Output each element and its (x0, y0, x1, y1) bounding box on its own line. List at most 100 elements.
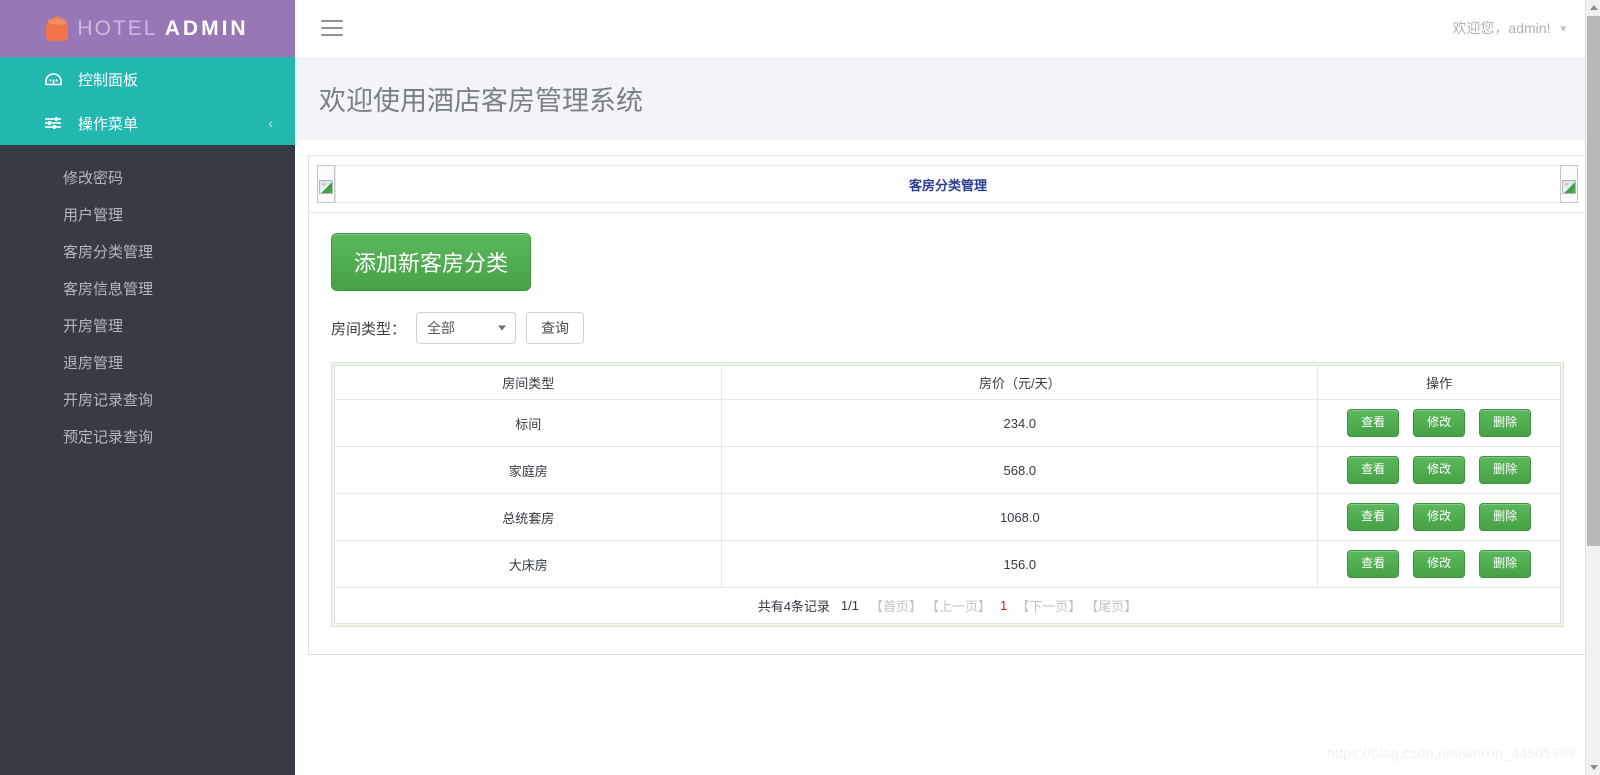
pagination-last[interactable]: 【尾页】 (1085, 596, 1137, 615)
table-head: 房间类型 房价（元/天） 操作 (334, 365, 1561, 400)
table-header-row: 房间类型 房价（元/天） 操作 (334, 365, 1561, 400)
sidebar-item-room-info-management[interactable]: 客房信息管理 (0, 270, 295, 307)
view-button[interactable]: 查看 (1347, 503, 1400, 531)
sidebar-primary-nav: 控制面板 操作菜单 ‹ (0, 57, 295, 145)
brand-title-first: HOTEL (77, 16, 158, 40)
pagination-first[interactable]: 【首页】 (870, 596, 922, 615)
cell-room-type: 家庭房 (334, 446, 723, 494)
pagination-current-page[interactable]: 1 (995, 598, 1012, 613)
vertical-scrollbar[interactable] (1585, 0, 1600, 775)
view-button[interactable]: 查看 (1347, 409, 1400, 437)
sidebar-item-operations[interactable]: 操作菜单 ‹ (0, 101, 295, 145)
table-row: 总统套房 1068.0 查看 修改 删除 (334, 493, 1561, 541)
room-type-select[interactable]: 全部 (416, 312, 517, 344)
table-row: 家庭房 568.0 查看 修改 删除 (334, 446, 1561, 494)
welcome-text: 欢迎您，admin! (1452, 20, 1551, 36)
cell-room-price: 568.0 (721, 446, 1319, 494)
table-header-price: 房价（元/天） (721, 365, 1319, 400)
scroll-up-arrow-icon[interactable] (1586, 0, 1600, 15)
table-header-actions: 操作 (1317, 365, 1561, 400)
cell-room-type: 大床房 (334, 540, 723, 588)
room-type-filter-label: 房间类型： (331, 320, 407, 338)
room-type-select-value: 全部 (427, 320, 456, 336)
broken-image-icon-right (1560, 165, 1578, 203)
scrollbar-thumb[interactable] (1587, 16, 1600, 546)
cell-room-price: 1068.0 (721, 493, 1319, 541)
pagination-prev[interactable]: 【上一页】 (926, 596, 991, 615)
pagination-summary: 共有4条记录 (757, 599, 830, 614)
paint-bucket-icon (46, 15, 69, 41)
pagination-next[interactable]: 【下一页】 (1016, 596, 1081, 615)
panel-body: 添加新客房分类 房间类型： 全部 查询 房间类型 房价（元/天） 操作 标间 2… (309, 213, 1586, 652)
table-row: 标间 234.0 查看 修改 删除 (334, 399, 1561, 447)
user-menu[interactable]: 欢迎您，admin! ▾ (1452, 18, 1588, 38)
filter-row: 房间类型： 全部 查询 (331, 312, 1564, 344)
broken-image-icon-left (317, 165, 335, 203)
sidebar-item-label: 修改密码 (63, 170, 124, 187)
room-category-table: 房间类型 房价（元/天） 操作 标间 234.0 查看 修改 删除 家庭房 56… (334, 365, 1561, 624)
sidebar-item-checkout-management[interactable]: 退房管理 (0, 344, 295, 381)
panel-title-cell: 客房分类管理 (335, 165, 1560, 203)
add-room-category-button[interactable]: 添加新客房分类 (331, 233, 532, 291)
sidebar-item-label: 客房信息管理 (63, 281, 154, 298)
panel-header: 客房分类管理 (309, 156, 1586, 213)
topbar: 欢迎您，admin! ▾ (295, 0, 1600, 57)
sidebar-item-checkin-records[interactable]: 开房记录查询 (0, 381, 295, 418)
cell-actions: 查看 修改 删除 (1317, 446, 1561, 494)
sidebar-item-user-management[interactable]: 用户管理 (0, 196, 295, 233)
chevron-down-icon[interactable]: ▾ (1560, 22, 1566, 35)
sidebar-item-label: 客房分类管理 (63, 244, 154, 261)
page-title: 欢迎使用酒店客房管理系统 (319, 86, 643, 116)
cell-room-price: 156.0 (721, 540, 1319, 588)
sidebar-item-label: 预定记录查询 (63, 429, 154, 446)
table-header-type: 房间类型 (334, 365, 723, 400)
cell-actions: 查看 修改 删除 (1317, 540, 1561, 588)
sidebar-item-operations-label: 操作菜单 (78, 115, 139, 133)
brand-logo-area[interactable]: HOTEL ADMIN (0, 0, 295, 57)
panel: 客房分类管理 添加新客房分类 房间类型： 全部 查询 房间类型 房价（元/天） … (308, 155, 1587, 655)
pagination-cell: 共有4条记录 1/1 【首页】 【上一页】 1 【下一页】 【尾页】 (335, 588, 1561, 624)
pagination-row: 共有4条记录 1/1 【首页】 【上一页】 1 【下一页】 【尾页】 (335, 588, 1561, 624)
page-header: 欢迎使用酒店客房管理系统 (295, 57, 1600, 140)
edit-button[interactable]: 修改 (1413, 503, 1466, 531)
delete-button[interactable]: 删除 (1479, 456, 1532, 484)
sidebar-submenu: 修改密码 用户管理 客房分类管理 客房信息管理 开房管理 退房管理 开房记录查询… (0, 145, 295, 455)
cell-actions: 查看 修改 删除 (1317, 399, 1561, 447)
sidebar-item-reservation-records[interactable]: 预定记录查询 (0, 418, 295, 455)
scroll-down-arrow-icon[interactable] (1586, 760, 1600, 775)
main-area: 欢迎您，admin! ▾ 欢迎使用酒店客房管理系统 客房分类管理 添加新客房分类… (295, 0, 1600, 775)
view-button[interactable]: 查看 (1347, 550, 1400, 578)
app-root: HOTEL ADMIN 控制面板 操作菜单 ‹ 修改密码 用户管理 客房分类管理… (0, 0, 1600, 775)
sidebar-item-dashboard-label: 控制面板 (78, 71, 139, 89)
content-wrapper: 客房分类管理 添加新客房分类 房间类型： 全部 查询 房间类型 房价（元/天） … (295, 140, 1600, 775)
delete-button[interactable]: 删除 (1479, 409, 1532, 437)
table-body: 标间 234.0 查看 修改 删除 家庭房 568.0 查看 修改 删除 总统套… (334, 399, 1561, 624)
dashboard-icon (42, 72, 64, 86)
sidebar-item-label: 用户管理 (63, 207, 124, 224)
chevron-left-icon[interactable]: ‹ (268, 115, 273, 131)
edit-button[interactable]: 修改 (1413, 409, 1466, 437)
cell-room-type: 标间 (334, 399, 723, 447)
panel-title: 客房分类管理 (908, 177, 987, 193)
sidebar-item-checkin-management[interactable]: 开房管理 (0, 307, 295, 344)
sidebar-item-room-category-management[interactable]: 客房分类管理 (0, 233, 295, 270)
table-container: 房间类型 房价（元/天） 操作 标间 234.0 查看 修改 删除 家庭房 56… (331, 362, 1564, 627)
delete-button[interactable]: 删除 (1479, 503, 1532, 531)
sliders-icon (42, 116, 64, 130)
sidebar-item-label: 开房记录查询 (63, 392, 154, 409)
view-button[interactable]: 查看 (1347, 456, 1400, 484)
pagination: 共有4条记录 1/1 【首页】 【上一页】 1 【下一页】 【尾页】 (335, 596, 1560, 615)
sidebar: HOTEL ADMIN 控制面板 操作菜单 ‹ 修改密码 用户管理 客房分类管理… (0, 0, 295, 775)
chevron-down-icon (498, 325, 507, 331)
sidebar-item-dashboard[interactable]: 控制面板 (0, 57, 295, 101)
hamburger-icon[interactable] (321, 20, 343, 36)
query-button[interactable]: 查询 (526, 312, 585, 344)
cell-room-price: 234.0 (721, 399, 1319, 447)
edit-button[interactable]: 修改 (1413, 456, 1466, 484)
delete-button[interactable]: 删除 (1479, 550, 1532, 578)
cell-actions: 查看 修改 删除 (1317, 493, 1561, 541)
brand-title: HOTEL ADMIN (77, 17, 248, 41)
sidebar-item-label: 开房管理 (63, 318, 124, 335)
edit-button[interactable]: 修改 (1413, 550, 1466, 578)
sidebar-item-change-password[interactable]: 修改密码 (0, 159, 295, 196)
